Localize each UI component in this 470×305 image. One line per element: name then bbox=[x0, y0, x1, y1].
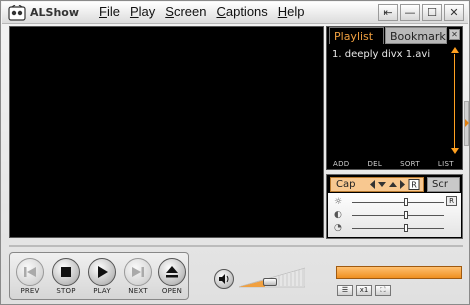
caption-nav-icon[interactable]: R bbox=[366, 178, 420, 191]
playlist-panel: Playlist Bookmark ✕ 1. deeply divx 1.avi… bbox=[326, 26, 463, 170]
reset-button[interactable]: R bbox=[446, 196, 457, 206]
menu-screen[interactable]: Screen bbox=[165, 4, 206, 19]
saturation-slider[interactable] bbox=[404, 224, 408, 232]
saturation-row: ◔ bbox=[334, 223, 454, 233]
panel-resize-grip[interactable] bbox=[464, 101, 469, 146]
prev-label: PREV bbox=[20, 287, 40, 295]
divider bbox=[9, 245, 463, 247]
next-button[interactable]: NEXT bbox=[122, 258, 154, 300]
open-button-face bbox=[158, 258, 186, 286]
seek-bar[interactable] bbox=[336, 266, 462, 279]
mute-button[interactable] bbox=[214, 269, 234, 289]
chevron-right-icon bbox=[465, 119, 469, 127]
menu-play[interactable]: Play bbox=[130, 4, 155, 19]
saturation-icon: ◔ bbox=[334, 223, 342, 233]
play-icon bbox=[98, 266, 108, 278]
menu-help[interactable]: Help bbox=[278, 4, 305, 19]
video-area[interactable] bbox=[9, 26, 324, 238]
contrast-row: ◐ bbox=[334, 210, 454, 220]
tab-screen[interactable]: Scr bbox=[427, 177, 460, 192]
eject-icon bbox=[166, 266, 178, 278]
prev-button-face bbox=[16, 258, 44, 286]
tab-bookmark[interactable]: Bookmark bbox=[385, 27, 447, 44]
caption-tabs: Cap R Scr bbox=[328, 176, 461, 192]
contrast-slider[interactable] bbox=[404, 211, 408, 219]
caption-panel: Cap R Scr ☼ R ◐ ◔ bbox=[326, 174, 463, 239]
open-label: OPEN bbox=[161, 287, 183, 295]
menu-bar: File Play Screen Captions Help bbox=[99, 4, 305, 19]
caption-controls: ☼ R ◐ ◔ bbox=[328, 193, 461, 237]
del-button[interactable]: DEL bbox=[367, 160, 382, 168]
playlist-list: 1. deeply divx 1.avi bbox=[332, 49, 447, 60]
menu-file[interactable]: File bbox=[99, 4, 120, 19]
playlist-scrollbar[interactable] bbox=[451, 47, 459, 155]
scroll-down-icon[interactable] bbox=[451, 148, 459, 155]
contrast-icon: ◐ bbox=[334, 210, 342, 220]
tab-captions[interactable]: Cap R bbox=[330, 177, 424, 192]
minimize-button[interactable]: — bbox=[400, 4, 420, 21]
next-button-face bbox=[124, 258, 152, 286]
prev-button[interactable]: PREV bbox=[14, 258, 46, 300]
prev-icon bbox=[24, 267, 36, 277]
playlist-close-button[interactable]: ✕ bbox=[449, 29, 460, 40]
list-item[interactable]: 1. deeply divx 1.avi bbox=[332, 49, 447, 60]
fullscreen-button[interactable]: ⛶ bbox=[375, 285, 391, 296]
add-button[interactable]: ADD bbox=[333, 160, 349, 168]
caption-reset-glyph: R bbox=[411, 181, 417, 190]
speaker-icon bbox=[219, 274, 229, 284]
play-button-face bbox=[88, 258, 116, 286]
play-button[interactable]: PLAY bbox=[86, 258, 118, 300]
alshow-logo-icon bbox=[8, 5, 26, 21]
pin-button[interactable]: ⇤ bbox=[378, 4, 398, 21]
zoom-x1-button[interactable]: x1 bbox=[356, 285, 372, 296]
next-icon bbox=[132, 267, 144, 277]
open-button[interactable]: OPEN bbox=[156, 258, 188, 300]
scroll-up-icon[interactable] bbox=[451, 47, 459, 54]
view-buttons: ☰ x1 ⛶ bbox=[337, 285, 391, 296]
brightness-track[interactable] bbox=[352, 202, 444, 203]
scroll-track[interactable] bbox=[454, 54, 455, 148]
stop-icon bbox=[61, 267, 71, 277]
next-label: NEXT bbox=[128, 287, 148, 295]
playlist-tabs: Playlist Bookmark ✕ bbox=[327, 27, 462, 44]
window-controls: ⇤ — ☐ ✕ bbox=[378, 4, 464, 21]
list-button[interactable]: LIST bbox=[438, 160, 454, 168]
brightness-slider[interactable] bbox=[404, 198, 408, 206]
stop-button[interactable]: STOP bbox=[50, 258, 82, 300]
brightness-row: ☼ bbox=[334, 197, 454, 207]
playlist-buttons: ADD DEL SORT LIST bbox=[333, 160, 454, 168]
contrast-track[interactable] bbox=[352, 215, 444, 216]
app-title: ALShow bbox=[30, 6, 79, 19]
saturation-track[interactable] bbox=[352, 228, 444, 229]
maximize-button[interactable]: ☐ bbox=[422, 4, 442, 21]
stop-label: STOP bbox=[56, 287, 76, 295]
brightness-icon: ☼ bbox=[334, 197, 343, 207]
playlist-toggle-button[interactable]: ☰ bbox=[337, 285, 353, 296]
volume-knob[interactable] bbox=[263, 278, 277, 286]
menu-captions[interactable]: Captions bbox=[216, 4, 267, 19]
captions-tab-label: Cap bbox=[336, 179, 356, 190]
player-window: ALShow File Play Screen Captions Help ⇤ … bbox=[0, 0, 470, 305]
transport-controls: PREV STOP PLAY NEXT OPEN bbox=[9, 252, 189, 300]
sort-button[interactable]: SORT bbox=[400, 160, 420, 168]
title-bar: ALShow File Play Screen Captions Help ⇤ … bbox=[2, 2, 468, 24]
tab-playlist[interactable]: Playlist bbox=[329, 27, 384, 44]
close-button[interactable]: ✕ bbox=[444, 4, 464, 21]
play-label: PLAY bbox=[93, 287, 111, 295]
stop-button-face bbox=[52, 258, 80, 286]
